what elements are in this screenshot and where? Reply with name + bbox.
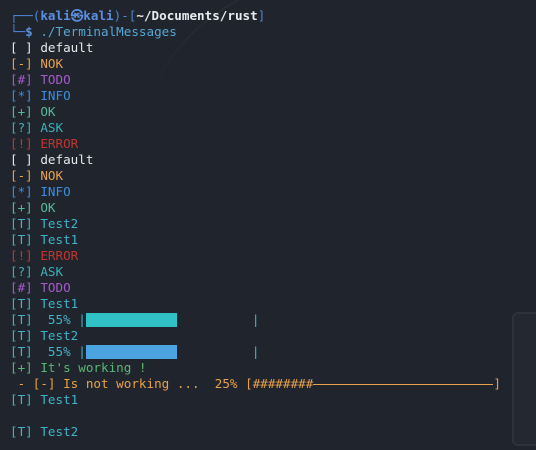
message-tag: [T] bbox=[10, 216, 33, 231]
progress-bar-left-edge: | bbox=[78, 344, 86, 359]
message-text: INFO bbox=[40, 184, 71, 199]
progress-bar-fill bbox=[85, 345, 177, 359]
progress-percent: 55% bbox=[47, 344, 71, 359]
message-text: Test2 bbox=[40, 328, 79, 343]
message-tag: [-] bbox=[32, 376, 56, 391]
message-tag: [T] bbox=[10, 296, 33, 311]
message-line: [T] Test2 bbox=[10, 424, 536, 440]
message-dots: ... bbox=[176, 376, 200, 391]
message-line: [ ] default bbox=[10, 152, 536, 168]
message-line: [T] 55% | | bbox=[10, 312, 536, 328]
message-tag: [T] bbox=[10, 232, 33, 247]
message-tag: [+] bbox=[10, 360, 33, 375]
message-text: INFO bbox=[40, 88, 71, 103]
message-line: - [-] Is not working ... 25% [########] bbox=[10, 376, 501, 392]
progress-percent: 25% bbox=[214, 376, 238, 391]
message-text: Test1 bbox=[40, 392, 79, 407]
message-text: TODO bbox=[40, 72, 71, 87]
message-text: It's working ! bbox=[40, 360, 147, 375]
message-tag: [ ] bbox=[10, 40, 33, 55]
message-tag: [?] bbox=[10, 120, 33, 135]
prompt-command: ./TerminalMessages bbox=[40, 24, 177, 39]
kali-dragon-icon: ㉿ bbox=[70, 8, 84, 23]
message-text: Test2 bbox=[40, 424, 79, 439]
message-text: NOK bbox=[40, 168, 64, 183]
message-lead: - bbox=[10, 376, 33, 391]
prompt-host: kali bbox=[83, 8, 114, 23]
message-text: Test2 bbox=[40, 216, 79, 231]
message-text: NOK bbox=[40, 56, 64, 71]
message-text: TODO bbox=[40, 280, 71, 295]
message-line: [*] INFO bbox=[10, 184, 536, 200]
progress-remaining-rule bbox=[313, 376, 494, 392]
message-list: [ ] default [-] NOK [#] TODO [*] INFO [+] OK… bbox=[10, 40, 536, 440]
message-tag: [+] bbox=[10, 200, 33, 215]
message-text: Is not working bbox=[63, 376, 170, 391]
message-line: [?] ASK bbox=[10, 264, 536, 280]
progress-bar bbox=[85, 344, 252, 360]
message-line: [+] OK bbox=[10, 104, 536, 120]
message-line: [T] 55% | | bbox=[10, 344, 536, 360]
progress-bar-fill bbox=[85, 313, 177, 327]
message-text: OK bbox=[40, 200, 56, 215]
prompt-path: ~/Documents/rust bbox=[136, 8, 258, 23]
prompt-user: kali bbox=[40, 8, 71, 23]
message-text: Test1 bbox=[40, 296, 79, 311]
message-line: [T] Test1 bbox=[10, 392, 536, 408]
message-tag: [ ] bbox=[10, 152, 33, 167]
message-text: Test1 bbox=[40, 232, 79, 247]
message-tag: [T] bbox=[10, 392, 33, 407]
message-text: ERROR bbox=[40, 136, 79, 151]
message-text: ERROR bbox=[40, 248, 79, 263]
message-text: default bbox=[40, 40, 94, 55]
message-line: [#] TODO bbox=[10, 280, 536, 296]
message-tag: [-] bbox=[10, 168, 33, 183]
message-tag: [!] bbox=[10, 248, 33, 263]
message-tag: [*] bbox=[10, 184, 33, 199]
progress-remaining-line bbox=[313, 384, 494, 385]
message-tag: [*] bbox=[10, 88, 33, 103]
message-line: [+] OK bbox=[10, 200, 536, 216]
message-line: [ ] default bbox=[10, 40, 536, 56]
message-text: ASK bbox=[40, 264, 64, 279]
message-line: [T] Test1 bbox=[10, 232, 536, 248]
message-line: [*] INFO bbox=[10, 88, 536, 104]
message-line bbox=[10, 408, 536, 424]
message-line: [-] NOK bbox=[10, 168, 536, 184]
prompt-line-2: └─$ ./TerminalMessages bbox=[10, 24, 177, 39]
message-tag: [?] bbox=[10, 264, 33, 279]
message-tag: [T] bbox=[10, 328, 33, 343]
terminal-output[interactable]: ┌──(kali㉿kali)-[~/Documents/rust] └─$ ./… bbox=[10, 8, 536, 440]
message-tag: [#] bbox=[10, 280, 33, 295]
message-line: [!] ERROR bbox=[10, 248, 536, 264]
message-tag: [-] bbox=[10, 56, 33, 71]
message-line: [T] Test2 bbox=[10, 216, 536, 232]
message-line: [-] NOK bbox=[10, 56, 536, 72]
prompt-line-1: ┌──(kali㉿kali)-[~/Documents/rust] bbox=[10, 8, 266, 23]
message-line: [#] TODO bbox=[10, 72, 536, 88]
message-tag: [+] bbox=[10, 104, 33, 119]
progress-percent: 55% bbox=[47, 312, 71, 327]
message-text: OK bbox=[40, 104, 56, 119]
message-tag: [T] bbox=[10, 344, 33, 359]
message-tag: [T] bbox=[10, 424, 33, 439]
message-text: ASK bbox=[40, 120, 64, 135]
progress-bar-right-edge: | bbox=[251, 344, 260, 359]
progress-bar-right-edge: | bbox=[251, 312, 260, 327]
progress-bar-left-edge: | bbox=[78, 312, 86, 327]
message-line: [T] Test1 bbox=[10, 296, 536, 312]
progress-hashes: ######## bbox=[252, 376, 314, 391]
progress-bar bbox=[85, 312, 252, 328]
message-line: [!] ERROR bbox=[10, 136, 536, 152]
message-line: [T] Test2 bbox=[10, 328, 536, 344]
message-text: default bbox=[40, 152, 94, 167]
message-tag: [!] bbox=[10, 136, 33, 151]
message-tag: [#] bbox=[10, 72, 33, 87]
message-line: [+] It's working ! bbox=[10, 360, 536, 376]
message-line: [?] ASK bbox=[10, 120, 536, 136]
message-tag: [T] bbox=[10, 312, 33, 327]
